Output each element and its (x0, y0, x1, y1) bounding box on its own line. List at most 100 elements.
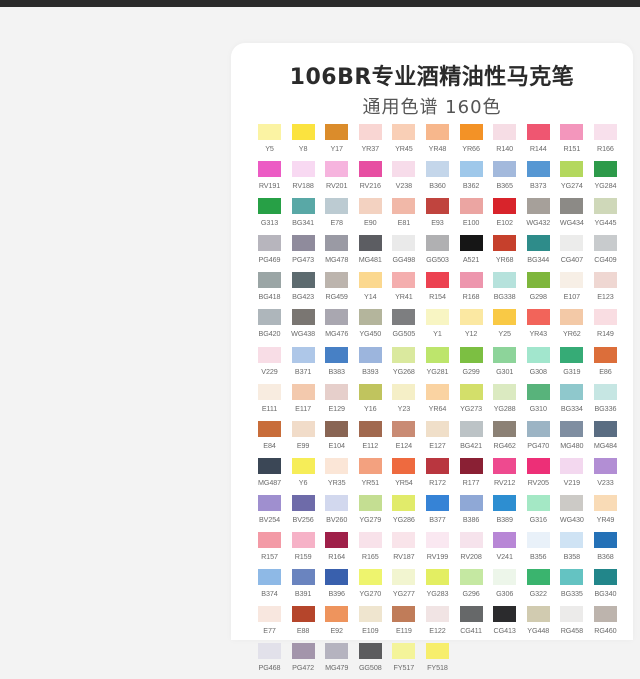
color-swatch (325, 198, 349, 215)
color-code-label: WG438 (291, 329, 316, 339)
color-swatch-item: E77 (254, 605, 285, 642)
color-code-label: YG288 (493, 403, 516, 413)
color-swatch-item: YG283 (422, 568, 453, 605)
color-swatch (392, 272, 416, 289)
color-swatch-item: BG334 (556, 383, 587, 420)
color-swatch-item: G301 (489, 346, 520, 383)
color-code-label: BV256 (292, 514, 314, 524)
color-code-label: PG468 (258, 663, 281, 673)
color-swatch-item: BG340 (590, 568, 621, 605)
color-swatch-item: FY518 (422, 642, 453, 679)
color-swatch (358, 383, 382, 400)
color-swatch (526, 457, 550, 474)
color-swatch-item: E107 (556, 271, 587, 308)
chart-subtitle: 通用色谱 160色 (362, 97, 502, 118)
color-swatch-item: B373 (523, 160, 554, 197)
color-code-label: BG340 (594, 589, 617, 599)
color-code-label: Y12 (464, 329, 478, 339)
color-swatch-item: R166 (590, 123, 621, 160)
color-code-label: RV199 (426, 552, 449, 562)
color-swatch (593, 124, 617, 140)
color-swatch (593, 161, 617, 178)
color-swatch-item: RG459 (321, 271, 352, 308)
color-code-label: E86 (599, 366, 612, 376)
color-swatch (526, 346, 550, 363)
color-swatch-item: MG481 (355, 234, 386, 271)
color-swatch-item: V229 (254, 346, 285, 383)
color-swatch (526, 235, 550, 252)
color-swatch (560, 457, 584, 474)
color-code-label: E107 (563, 292, 581, 302)
color-code-label: FY517 (393, 663, 415, 673)
color-swatch (358, 235, 382, 252)
color-swatch-item: CG407 (556, 234, 587, 271)
color-swatch-item: E81 (388, 197, 419, 234)
color-swatch (291, 346, 315, 363)
color-swatch-item: E78 (321, 197, 352, 234)
color-swatch-item: B396 (321, 568, 352, 605)
color-swatch (593, 457, 617, 474)
color-code-label: G296 (462, 589, 480, 599)
color-swatch (392, 494, 416, 511)
color-swatch-item: G310 (523, 383, 554, 420)
color-swatch (392, 606, 416, 623)
color-swatch-item: GG503 (422, 234, 453, 271)
color-code-label: Y6 (298, 477, 308, 487)
color-code-label: Y14 (364, 292, 377, 302)
color-code-label: RG462 (493, 440, 516, 450)
color-swatch (392, 161, 416, 178)
color-swatch-item: RV188 (288, 160, 319, 197)
color-swatch-item: BG423 (288, 271, 319, 308)
color-swatch (258, 457, 281, 474)
color-swatch (493, 346, 517, 363)
color-swatch-item: E111 (254, 383, 285, 420)
color-code-label: R166 (597, 144, 614, 153)
color-swatch-item: YG277 (388, 568, 419, 605)
color-code-label: E81 (397, 218, 411, 228)
color-code-label: B383 (328, 366, 345, 376)
color-swatch-item: Y12 (456, 308, 487, 345)
color-code-label: PG470 (527, 440, 550, 450)
color-swatch-item: YR66 (456, 123, 487, 160)
color-code-label: E127 (429, 440, 446, 450)
color-swatch-item: R140 (489, 123, 520, 160)
color-swatch-item: E93 (422, 197, 453, 234)
color-swatch-item: YR54 (388, 457, 419, 494)
color-swatch-item: CG409 (590, 234, 621, 271)
color-swatch (425, 198, 449, 215)
color-code-label: G319 (563, 366, 581, 376)
color-swatch-item: YR49 (590, 494, 621, 531)
color-code-label: R149 (597, 329, 614, 339)
color-code-label: B393 (362, 366, 379, 376)
color-swatch-item: E119 (388, 605, 419, 642)
color-swatch-item: MG478 (321, 234, 352, 271)
color-code-label: BG418 (258, 292, 281, 302)
color-swatch (493, 124, 517, 140)
color-swatch-item: Y14 (355, 271, 386, 308)
color-swatch-item: B389 (489, 494, 520, 531)
color-swatch (358, 309, 382, 326)
color-code-label: V241 (496, 552, 513, 562)
color-swatch (325, 606, 349, 623)
color-swatch (325, 532, 349, 549)
color-swatch-item: B377 (422, 494, 453, 531)
color-swatch-item: YR68 (489, 234, 520, 271)
color-swatch (258, 643, 281, 660)
color-swatch-item: YG279 (355, 494, 386, 531)
color-code-label: R165 (361, 552, 379, 562)
color-code-label: R168 (462, 292, 480, 302)
color-swatch (459, 235, 483, 252)
color-swatch (392, 532, 416, 549)
color-code-label: YG450 (359, 329, 382, 339)
color-swatch (291, 643, 315, 660)
color-swatch (325, 643, 349, 660)
color-swatch-item: MG484 (590, 420, 621, 457)
color-swatch-item: E122 (422, 605, 453, 642)
color-swatch (459, 494, 483, 511)
color-code-label: B374 (261, 589, 278, 599)
color-swatch-item: YR62 (556, 308, 587, 345)
color-code-label: E88 (296, 626, 310, 636)
color-code-label: CG413 (493, 626, 516, 636)
color-swatch (291, 606, 315, 623)
color-code-label: V219 (563, 477, 581, 487)
